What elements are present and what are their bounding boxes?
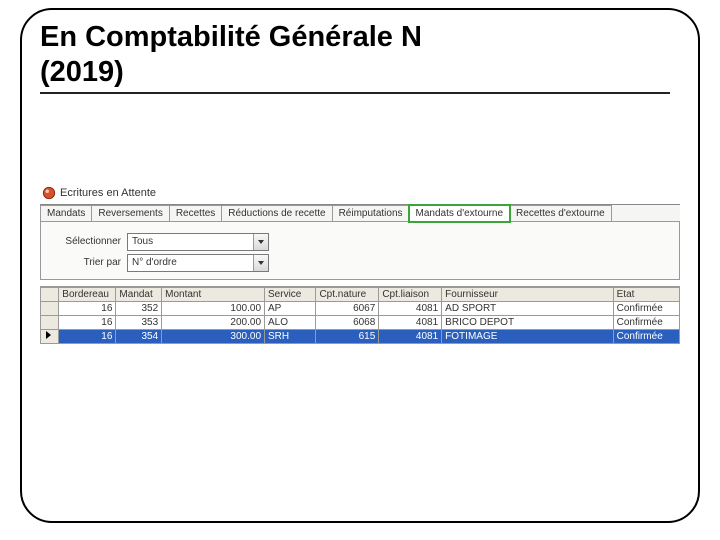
row-header-cell[interactable]: [41, 315, 59, 329]
cell-mandat[interactable]: 354: [116, 329, 162, 343]
cell-cptliaison[interactable]: 4081: [379, 329, 442, 343]
cell-mandat[interactable]: 353: [116, 315, 162, 329]
label-trierpar: Trier par: [51, 257, 127, 268]
combo-trierpar-button[interactable]: [253, 255, 268, 271]
slide-frame: En Comptabilité Générale N (2019) Ecritu…: [20, 8, 700, 523]
grid-header-rowselect: [41, 287, 59, 301]
tab-mandats-extourne[interactable]: Mandats d'extourne: [409, 205, 511, 222]
grid-header-service[interactable]: Service: [265, 287, 316, 301]
cell-montant[interactable]: 100.00: [162, 301, 265, 315]
cell-service[interactable]: AP: [265, 301, 316, 315]
grid-header-montant[interactable]: Montant: [162, 287, 265, 301]
cell-etat[interactable]: Confirmée: [613, 315, 679, 329]
grid-header-cptnature[interactable]: Cpt.nature: [316, 287, 379, 301]
tab-reimputations[interactable]: Réimputations: [332, 205, 410, 222]
cell-cptnature[interactable]: 6068: [316, 315, 379, 329]
grid-header-cptliaison[interactable]: Cpt.liaison: [379, 287, 442, 301]
grid-header-bordereau[interactable]: Bordereau: [59, 287, 116, 301]
grid-table: Bordereau Mandat Montant Service Cpt.nat…: [40, 287, 680, 344]
tab-panel: Sélectionner Tous Trier par N° d'ordre: [40, 221, 680, 280]
cell-etat[interactable]: Confirmée: [613, 329, 679, 343]
tab-reductions[interactable]: Réductions de recette: [221, 205, 332, 222]
grid-header-etat[interactable]: Etat: [613, 287, 679, 301]
tab-reversements[interactable]: Reversements: [91, 205, 169, 222]
combo-trierpar[interactable]: N° d'ordre: [127, 254, 269, 272]
grid-header-fournisseur[interactable]: Fournisseur: [442, 287, 613, 301]
table-row[interactable]: 16354300.00SRH6154081FOTIMAGEConfirmée: [41, 329, 680, 343]
chevron-down-icon: [258, 240, 264, 244]
cell-bordereau[interactable]: 16: [59, 329, 116, 343]
row-trierpar: Trier par N° d'ordre: [51, 254, 669, 272]
window-title: Ecritures en Attente: [60, 187, 156, 199]
combo-selectionner[interactable]: Tous: [127, 233, 269, 251]
row-indicator-icon: [46, 331, 51, 339]
label-selectionner: Sélectionner: [51, 236, 127, 247]
combo-trierpar-value: N° d'ordre: [128, 257, 253, 268]
table-row[interactable]: 16352100.00AP60674081AD SPORTConfirmée: [41, 301, 680, 315]
app-window: Ecritures en Attente Mandats Reversement…: [40, 184, 680, 344]
cell-cptliaison[interactable]: 4081: [379, 301, 442, 315]
tab-bar: Mandats Reversements Recettes Réductions…: [40, 204, 680, 222]
row-header-cell[interactable]: [41, 301, 59, 315]
tab-recettes-extourne[interactable]: Recettes d'extourne: [509, 205, 612, 222]
cell-bordereau[interactable]: 16: [59, 315, 116, 329]
cell-cptliaison[interactable]: 4081: [379, 315, 442, 329]
cell-fournisseur[interactable]: FOTIMAGE: [442, 329, 613, 343]
row-selectionner: Sélectionner Tous: [51, 233, 669, 251]
grid-header-mandat[interactable]: Mandat: [116, 287, 162, 301]
combo-selectionner-button[interactable]: [253, 234, 268, 250]
title-area: En Comptabilité Générale N (2019): [40, 20, 680, 94]
title-underline: [40, 92, 670, 94]
cell-montant[interactable]: 200.00: [162, 315, 265, 329]
slide-title-line1: En Comptabilité Générale N: [40, 20, 680, 55]
app-icon: [42, 186, 56, 200]
cell-etat[interactable]: Confirmée: [613, 301, 679, 315]
chevron-down-icon: [258, 261, 264, 265]
grid-body: 16352100.00AP60674081AD SPORTConfirmée16…: [41, 301, 680, 343]
tab-mandats[interactable]: Mandats: [40, 205, 92, 222]
cell-fournisseur[interactable]: BRICO DEPOT: [442, 315, 613, 329]
cell-cptnature[interactable]: 615: [316, 329, 379, 343]
cell-cptnature[interactable]: 6067: [316, 301, 379, 315]
window-titlebar: Ecritures en Attente: [40, 184, 680, 204]
cell-fournisseur[interactable]: AD SPORT: [442, 301, 613, 315]
tab-recettes[interactable]: Recettes: [169, 205, 222, 222]
cell-mandat[interactable]: 352: [116, 301, 162, 315]
grid-header-row: Bordereau Mandat Montant Service Cpt.nat…: [41, 287, 680, 301]
combo-selectionner-value: Tous: [128, 236, 253, 247]
cell-bordereau[interactable]: 16: [59, 301, 116, 315]
data-grid[interactable]: Bordereau Mandat Montant Service Cpt.nat…: [40, 286, 680, 344]
cell-service[interactable]: ALO: [265, 315, 316, 329]
cell-montant[interactable]: 300.00: [162, 329, 265, 343]
table-row[interactable]: 16353200.00ALO60684081BRICO DEPOTConfirm…: [41, 315, 680, 329]
row-header-cell[interactable]: [41, 329, 59, 343]
cell-service[interactable]: SRH: [265, 329, 316, 343]
slide-title-line2: (2019): [40, 55, 680, 90]
